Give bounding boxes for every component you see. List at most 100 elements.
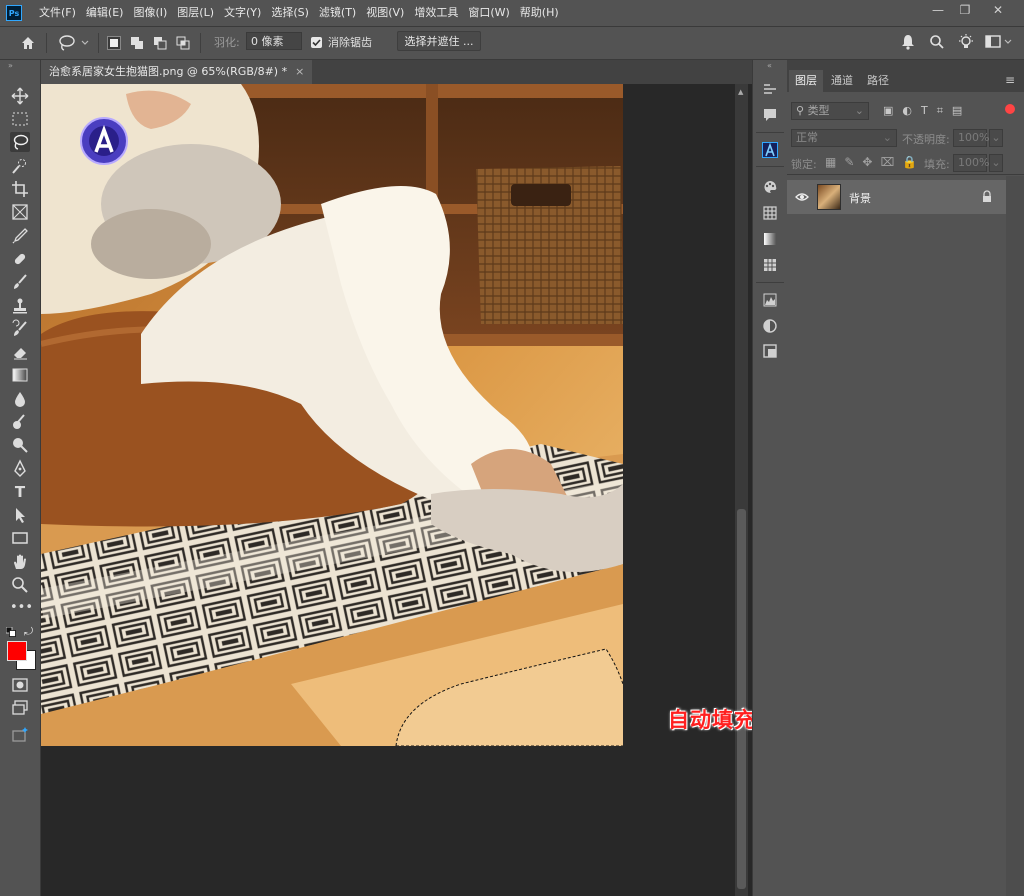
scroll-up-icon[interactable]: ▲ — [738, 88, 743, 96]
tab-channels[interactable]: 通道 — [825, 70, 859, 92]
main-menu: 文件(F) 编辑(E) 图像(I) 图层(L) 文字(Y) 选择(S) 滤镜(T… — [34, 0, 564, 26]
lock-icons[interactable]: ▦✎✥⌧🔒 — [825, 155, 925, 169]
close-window-icon[interactable]: ✕ — [985, 1, 1011, 19]
select-and-mask-button[interactable]: 选择并遮住 ... — [397, 31, 481, 51]
lasso-preset-icon[interactable] — [56, 33, 92, 53]
menu-window[interactable]: 窗口(W) — [463, 0, 514, 26]
panel-tabs: 图层 通道 路径 ≡ — [787, 70, 1024, 92]
layer-mask-icon[interactable] — [762, 343, 778, 359]
panel-divider — [787, 174, 1024, 175]
zoom-tool-icon[interactable] — [10, 575, 30, 595]
bell-icon[interactable] — [899, 33, 917, 51]
lightbulb-icon[interactable] — [957, 33, 975, 51]
menu-select[interactable]: 选择(S) — [266, 0, 314, 26]
default-colors-icon[interactable] — [5, 626, 16, 637]
feather-input[interactable]: 0 像素 — [246, 32, 302, 50]
rectangle-tool-icon[interactable] — [10, 528, 30, 548]
feather-label: 羽化: — [214, 36, 240, 49]
panel-menu-icon[interactable]: ≡ — [1005, 73, 1015, 87]
blur-tool-icon[interactable] — [10, 389, 30, 409]
close-tab-icon[interactable]: × — [295, 60, 304, 84]
filter-kind-select[interactable]: ⚲ 类型 ⌄ — [791, 102, 869, 120]
visibility-eye-icon[interactable] — [795, 190, 809, 204]
tab-paths[interactable]: 路径 — [861, 70, 895, 92]
blend-mode-select[interactable]: 正常 ⌄ — [791, 129, 897, 147]
opacity-input[interactable]: 100% — [953, 129, 989, 147]
tab-layers[interactable]: 图层 — [789, 70, 823, 92]
menu-filter[interactable]: 滤镜(T) — [314, 0, 361, 26]
menu-type[interactable]: 文字(Y) — [219, 0, 266, 26]
adjustments-icon[interactable] — [762, 318, 778, 334]
swatches-icon[interactable] — [762, 205, 778, 221]
stamp-tool-icon[interactable] — [10, 296, 30, 316]
dock-collapse-icon[interactable]: « — [767, 61, 772, 70]
canvas-scrollbar[interactable]: ▲ — [735, 84, 748, 896]
panel-scrollbar[interactable] — [1006, 176, 1024, 896]
brush-tool-icon[interactable] — [10, 272, 30, 292]
foreground-color-swatch[interactable] — [7, 641, 27, 661]
quick-mask-icon[interactable] — [10, 675, 30, 695]
layer-thumbnail — [817, 184, 841, 210]
document-image[interactable] — [41, 84, 623, 746]
crop-tool-icon[interactable] — [10, 179, 30, 199]
filter-toggle-icon[interactable] — [1005, 104, 1015, 114]
history-brush-tool-icon[interactable] — [10, 319, 30, 339]
smudge-tool-icon[interactable] — [10, 412, 30, 432]
intersect-selection-icon[interactable] — [176, 36, 190, 50]
menu-image[interactable]: 图像(I) — [128, 0, 172, 26]
menu-edit[interactable]: 编辑(E) — [81, 0, 129, 26]
opacity-dropdown-icon[interactable]: ⌄ — [989, 129, 1003, 147]
scrollbar-thumb[interactable] — [737, 509, 746, 889]
fill-dropdown-icon[interactable]: ⌄ — [989, 154, 1003, 172]
healing-brush-tool-icon[interactable] — [10, 249, 30, 269]
gradients-icon[interactable] — [762, 231, 778, 247]
minimize-icon[interactable]: — — [925, 1, 951, 19]
patterns-icon[interactable] — [762, 257, 778, 273]
marquee-tool-icon[interactable] — [10, 109, 30, 129]
color-palette-icon[interactable] — [762, 179, 778, 195]
collapse-icon[interactable]: » — [8, 61, 13, 70]
pen-tool-icon[interactable] — [10, 459, 30, 479]
menu-view[interactable]: 视图(V) — [361, 0, 409, 26]
swap-colors-icon[interactable]: ⤾ — [24, 625, 33, 639]
document-tab[interactable]: 治愈系居家女生抱猫图.png @ 65%(RGB/8#) * × — [41, 60, 313, 84]
frame-tool-icon[interactable] — [10, 202, 30, 222]
plugin-icon[interactable] — [762, 142, 778, 158]
quick-select-tool-icon[interactable] — [10, 156, 30, 176]
fill-input[interactable]: 100% — [953, 154, 989, 172]
screen-mode-icon[interactable] — [10, 698, 30, 718]
document-tab-bar: 治愈系居家女生抱猫图.png @ 65%(RGB/8#) * × — [41, 60, 752, 84]
generative-icon[interactable] — [10, 725, 30, 745]
filter-icons[interactable]: ▣◐T⌗▤ — [883, 104, 1003, 118]
home-icon[interactable] — [18, 33, 38, 53]
menu-plugins[interactable]: 增效工具 — [409, 0, 463, 26]
maximize-icon[interactable]: ❐ — [952, 1, 978, 19]
separator — [200, 33, 201, 53]
lasso-tool-icon[interactable] — [10, 132, 30, 152]
subtract-selection-icon[interactable] — [153, 36, 167, 50]
menu-help[interactable]: 帮助(H) — [515, 0, 564, 26]
move-tool-icon[interactable] — [10, 86, 30, 106]
eyedropper-tool-icon[interactable] — [10, 226, 30, 246]
histogram-icon[interactable] — [762, 292, 778, 308]
comments-icon[interactable] — [762, 107, 778, 123]
add-selection-icon[interactable] — [130, 36, 144, 50]
eraser-tool-icon[interactable] — [10, 342, 30, 362]
panel-header-strip — [787, 60, 1024, 70]
separator — [46, 33, 47, 53]
path-select-tool-icon[interactable] — [10, 505, 30, 525]
layer-row[interactable]: 背景 — [787, 180, 1006, 214]
gradient-tool-icon[interactable] — [10, 365, 30, 385]
type-tool-icon[interactable]: T — [10, 482, 30, 502]
hand-tool-icon[interactable] — [10, 552, 30, 572]
new-selection-icon[interactable] — [107, 36, 121, 50]
properties-icon[interactable] — [762, 82, 778, 98]
more-tools-icon[interactable]: ••• — [10, 598, 33, 618]
antialias-checkbox[interactable] — [311, 37, 322, 48]
lock-icon[interactable] — [981, 190, 993, 204]
menu-layer[interactable]: 图层(L) — [172, 0, 219, 26]
search-icon[interactable] — [928, 33, 946, 51]
menu-file[interactable]: 文件(F) — [34, 0, 81, 26]
workspace-icon[interactable] — [985, 34, 1015, 50]
dodge-tool-icon[interactable] — [10, 435, 30, 455]
